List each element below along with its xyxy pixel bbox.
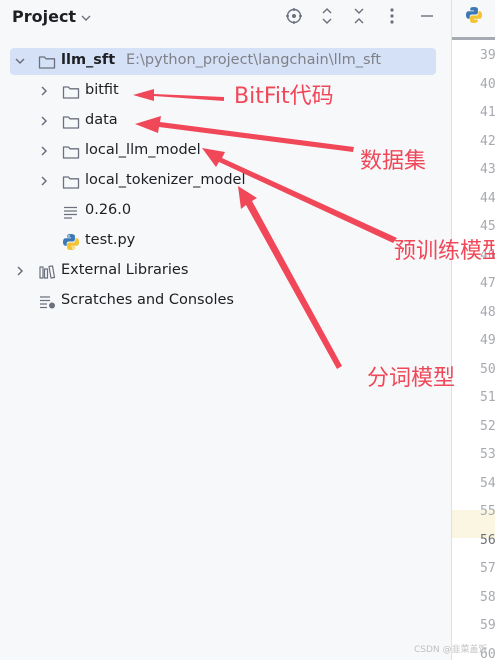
line-number: 57 [480,561,495,576]
chevron-down-icon[interactable] [14,55,26,67]
panel-title[interactable]: Project [12,7,76,26]
line-number: 40 [480,76,495,92]
python-file-icon [62,233,80,251]
annotation-bitfit: BitFit代码 [234,84,334,109]
tree-item-scratches-and-consoles[interactable]: Scratches and Consoles [0,287,451,317]
project-panel-header: Project [0,0,451,34]
tree-item-label: bitfit [85,82,119,98]
line-number: 53 [480,447,495,462]
line-number: 56 [480,532,495,548]
library-icon [38,263,56,281]
chevron-down-icon[interactable] [80,9,92,28]
folder-icon [62,173,80,191]
locate-icon[interactable] [283,5,305,27]
annotation-data: 数据集 [360,149,427,174]
folder-icon [62,83,80,101]
tree-item-file-0-26-0[interactable]: 0.26.0 [0,197,451,227]
tree-item-label: data [85,112,118,128]
more-options-icon[interactable] [381,5,403,27]
root-name: llm_sft [61,52,116,68]
text-file-icon [62,203,80,221]
tree-item-data[interactable]: data [0,107,451,137]
line-number: 43 [480,162,495,177]
python-file-icon[interactable] [465,6,483,28]
minimize-icon[interactable] [416,5,438,27]
line-number: 47 [480,276,495,291]
chevron-right-icon[interactable] [38,175,50,187]
chevron-right-icon[interactable] [14,265,26,277]
tree-item-label: External Libraries [61,262,189,278]
annotation-tokenizer: 分词模型 [367,366,456,391]
line-number: 49 [480,333,495,348]
tree-item-test-py[interactable]: test.py [0,227,451,257]
chevron-right-icon[interactable] [38,145,50,157]
tree-item-label: local_llm_model [85,142,201,158]
tree-item-external-libraries[interactable]: External Libraries [0,257,451,287]
line-number: 39 [480,48,495,63]
tree-item-bitfit[interactable]: bitfit [0,77,451,107]
tree-item-label: local_tokenizer_model [85,172,246,188]
line-number: 44 [480,190,495,206]
line-number: 54 [480,475,495,491]
tree-root-llm-sft[interactable]: llm_sft E:\python_project\langchain\llm_… [0,47,451,77]
scratches-icon [38,293,56,311]
line-number: 58 [480,589,495,605]
line-number: 52 [480,418,495,434]
editor-tab-bar [452,0,495,40]
line-number: 50 [480,361,495,377]
project-panel: Project llm_sft E:\python_project\langch… [0,0,451,660]
line-number: 59 [480,618,495,633]
editor-strip: 39 40 41 42 43 44 45 46 47 48 49 50 51 52 53 54 55 56 57 58… [452,0,495,660]
line-number: 41 [480,105,495,120]
line-number: 45 [480,219,495,234]
folder-icon [62,113,80,131]
tree-item-label: test.py [85,232,136,248]
expand-all-icon[interactable] [316,5,338,27]
line-number: 48 [480,304,495,320]
tree-item-label: 0.26.0 [85,202,132,218]
collapse-all-icon[interactable] [348,5,370,27]
annotation-llm-model: 预训练模型 [394,239,495,264]
watermark: CSDN @韭菜盖饭 [414,645,488,655]
chevron-right-icon[interactable] [38,85,50,97]
tree-item-label: Scratches and Consoles [61,292,234,308]
line-number: 55 [480,504,495,519]
folder-icon [38,53,56,71]
chevron-right-icon[interactable] [38,115,50,127]
line-number: 51 [480,390,495,405]
folder-icon [62,143,80,161]
line-number: 42 [480,133,495,149]
active-tab-indicator [452,37,495,40]
root-path: E:\python_project\langchain\llm_sft [126,52,382,68]
